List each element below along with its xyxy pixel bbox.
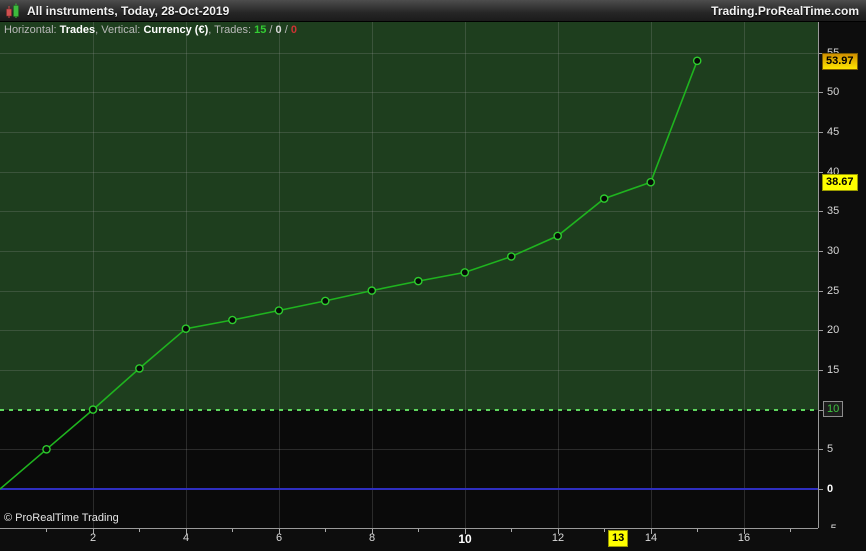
last-equity-value-label: 53.97 (822, 53, 858, 70)
trading-chart-window: All instruments, Today, 28-Oct-2019 Trad… (0, 0, 866, 551)
data-point[interactable] (460, 268, 470, 277)
x-axis-label: 4 (182, 532, 190, 544)
x-axis-tick (418, 529, 419, 532)
horizontal-label: Horizontal: (4, 24, 57, 36)
data-point[interactable] (274, 306, 284, 315)
cursor-x-position-label: 13 (608, 530, 629, 547)
x-axis-tick (46, 529, 47, 532)
x-axis-label: 16 (737, 532, 751, 544)
x-axis-label: 10 (458, 532, 472, 546)
y-axis-tick (819, 92, 823, 93)
data-point[interactable] (367, 286, 377, 295)
y-axis-label: 10 (823, 401, 844, 417)
data-point[interactable] (553, 231, 563, 241)
y-axis-tick (819, 291, 823, 292)
trades-even-count: 0 (275, 24, 282, 36)
y-axis-label: 35 (827, 205, 840, 217)
equity-curve (0, 56, 702, 490)
x-axis-tick (697, 529, 698, 532)
separator: , (95, 24, 99, 36)
data-point[interactable] (42, 444, 51, 454)
title-bar-left: All instruments, Today, 28-Oct-2019 (0, 3, 229, 19)
y-axis-tick (819, 211, 823, 212)
y-axis-tick (819, 330, 823, 331)
candlestick-chart-icon (5, 3, 21, 19)
equity-line (0, 60, 698, 490)
y-axis-label: 15 (827, 364, 840, 376)
platform-link[interactable]: Trading.ProRealTime.com (711, 4, 866, 18)
data-point[interactable] (599, 194, 609, 203)
data-point[interactable] (320, 296, 330, 306)
x-axis-border (0, 528, 818, 529)
plot-area[interactable]: Horizontal: Trades, Vertical: Currency (… (0, 22, 818, 528)
x-axis-tick (139, 529, 140, 532)
x-axis-label: 14 (644, 532, 658, 544)
y-axis[interactable]: -5051015202530354045505553.9738.67 (818, 22, 866, 535)
data-point[interactable] (646, 177, 656, 187)
data-point[interactable] (228, 315, 237, 325)
y-axis-label: 0 (827, 483, 834, 495)
data-point[interactable] (692, 56, 702, 66)
x-axis-label: 6 (275, 532, 283, 544)
y-axis-tick (819, 370, 823, 371)
y-axis-label: 5 (827, 443, 834, 455)
vertical-label: Vertical: (101, 24, 141, 36)
y-axis-tick (819, 489, 823, 490)
x-axis-label: 2 (89, 532, 97, 544)
x-axis-tick (790, 529, 791, 532)
data-point[interactable] (413, 276, 423, 286)
chart-title: All instruments, Today, 28-Oct-2019 (27, 3, 230, 18)
vertical-value: Currency (€) (143, 24, 209, 36)
y-axis-tick (819, 449, 823, 450)
separator: , (208, 24, 212, 36)
data-point[interactable] (506, 252, 516, 261)
trades-count-label: Trades: (214, 24, 252, 36)
info-bar: Horizontal: Trades, Vertical: Currency (… (4, 24, 297, 36)
y-axis-tick (819, 251, 823, 252)
cursor-value-label: 38.67 (822, 174, 858, 191)
x-axis-tick (604, 529, 605, 532)
data-point[interactable] (88, 405, 98, 414)
y-axis-label: 20 (827, 324, 840, 336)
separator-slash: / (269, 24, 273, 36)
x-axis-tick (325, 529, 326, 532)
y-axis-label: 45 (827, 126, 840, 138)
x-axis-tick (232, 529, 233, 532)
trades-lost-count: 0 (290, 24, 297, 36)
x-axis[interactable]: 2 4 6 8 10 12 14 16 13 (0, 528, 866, 551)
x-axis-tick (511, 529, 512, 532)
y-axis-tick (819, 132, 823, 133)
x-axis-label: 8 (368, 532, 376, 544)
y-axis-label: 50 (827, 86, 840, 98)
copyright: © ProRealTime Trading (4, 512, 119, 524)
horizontal-value: Trades (59, 24, 96, 36)
data-point[interactable] (181, 324, 191, 334)
x-axis-label: 12 (551, 532, 565, 544)
y-axis-tick (819, 172, 823, 173)
separator-slash: / (284, 24, 288, 36)
data-point[interactable] (135, 364, 144, 373)
y-axis-label: 25 (827, 285, 840, 297)
y-axis-label: 30 (827, 245, 840, 257)
title-bar: All instruments, Today, 28-Oct-2019 Trad… (0, 0, 866, 22)
trades-won-count: 15 (254, 24, 267, 36)
